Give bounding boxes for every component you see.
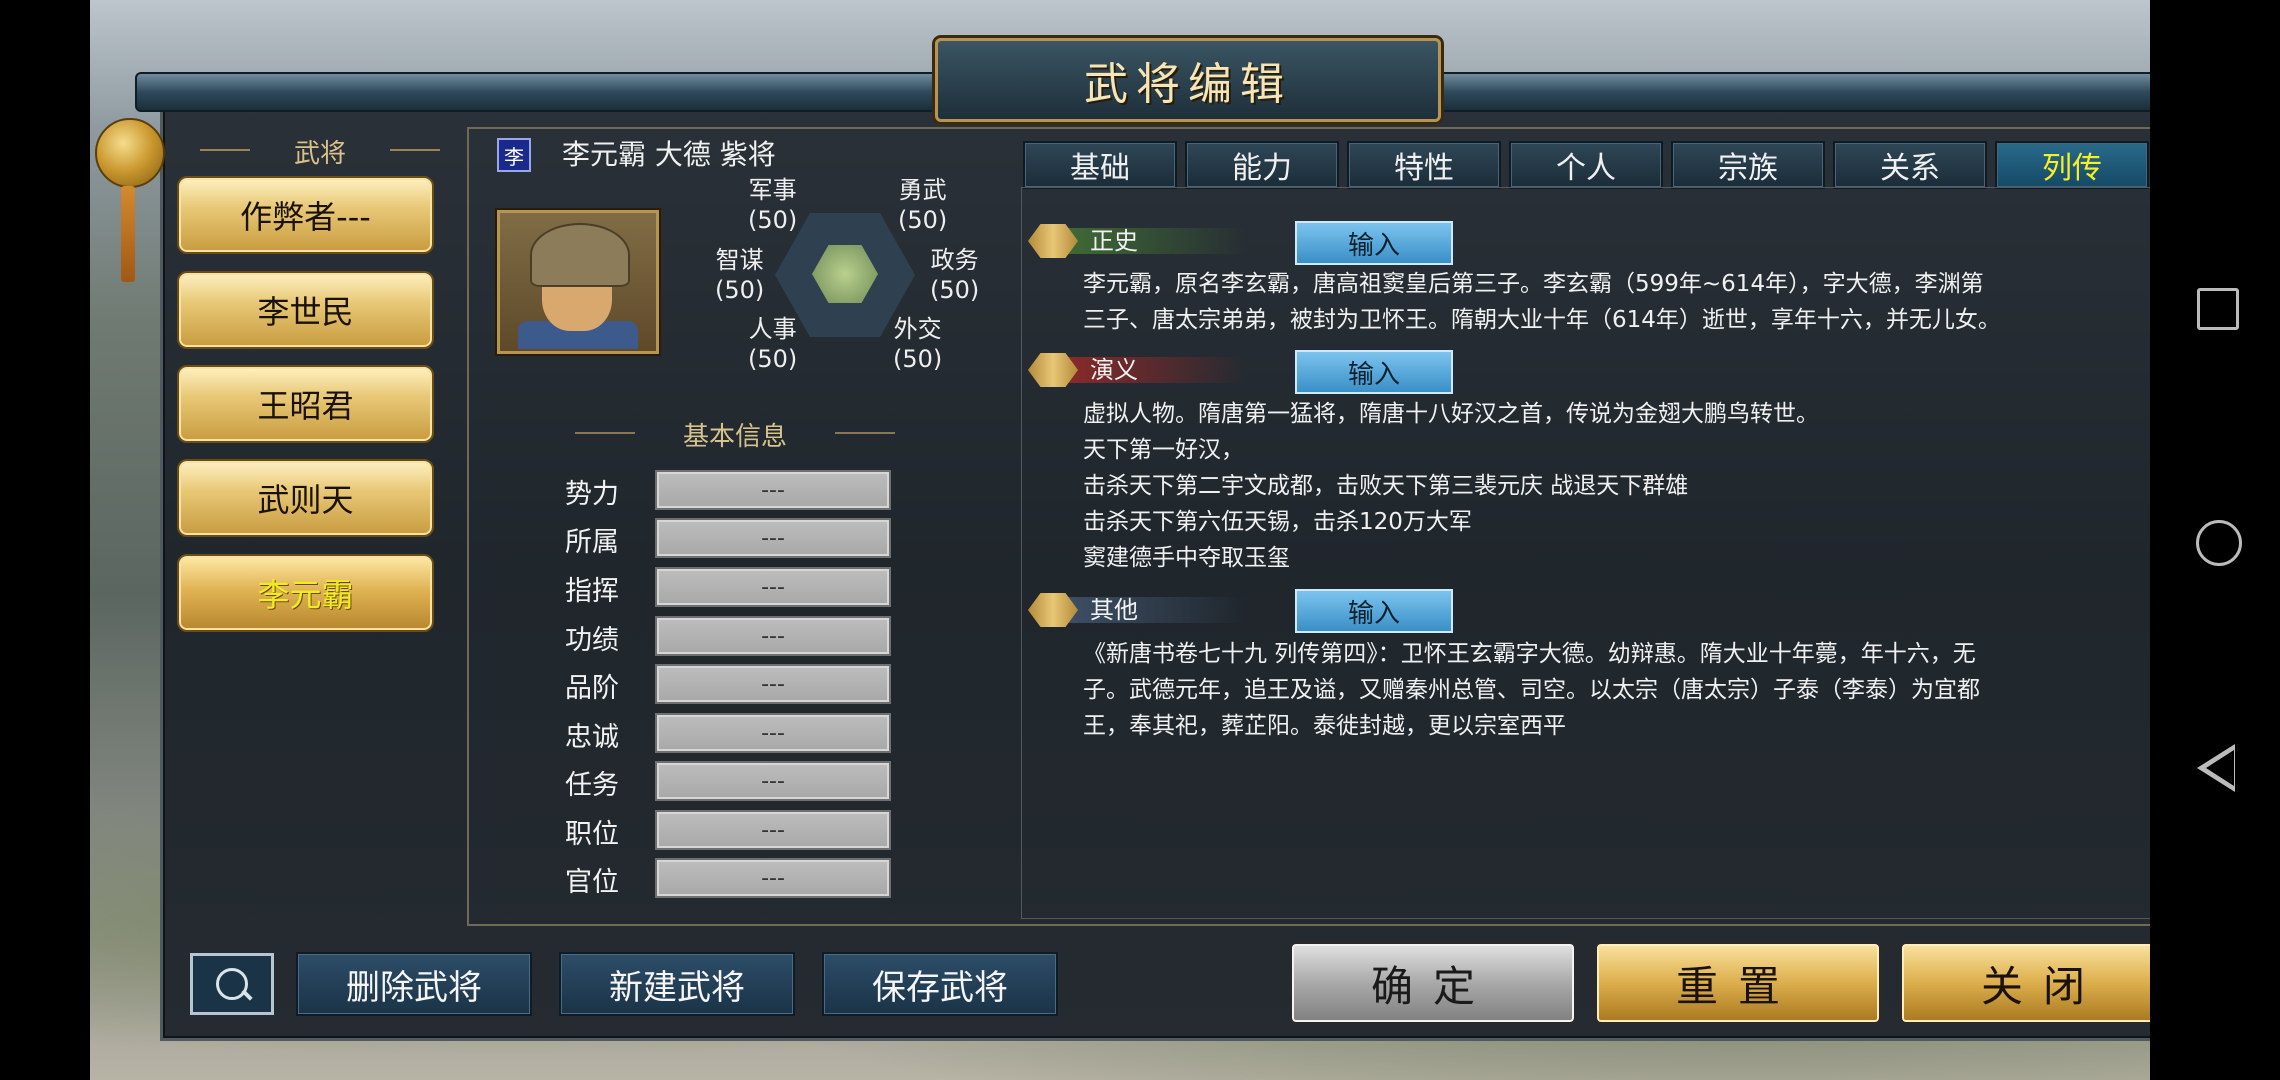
basic-field-merit[interactable]: --- xyxy=(655,616,891,656)
input-other-button[interactable]: 输入 xyxy=(1295,589,1453,633)
basic-field-faction[interactable]: --- xyxy=(655,470,891,510)
stat-military: 军事 (50) xyxy=(748,175,797,235)
stat-strategy-label: 智谋 xyxy=(715,246,764,274)
tab-biography[interactable]: 列传 xyxy=(1995,141,2149,189)
stat-personnel: 人事 (50) xyxy=(748,314,797,374)
general-item-wang-zhaojun[interactable]: 王昭君 xyxy=(177,365,434,443)
other-line-1: 《新唐书卷七十九 列传第四》：卫怀王玄霸字大德。幼辩惠。隋大业十年薨，年十六，无 xyxy=(1083,641,1976,667)
system-nav-bar xyxy=(2150,0,2280,1080)
section-official-label: 正史 xyxy=(1090,227,1138,255)
section-other-label: 其他 xyxy=(1090,596,1138,624)
section-official-text: 李元霸，原名李玄霸，唐高祖窦皇后第三子。李玄霸（599年~614年），字大德，李… xyxy=(1083,266,2158,338)
stat-personnel-value: (50) xyxy=(748,345,798,373)
tab-basic[interactable]: 基础 xyxy=(1023,141,1177,189)
save-general-button[interactable]: 保存武将 xyxy=(822,952,1058,1016)
basic-field-task[interactable]: --- xyxy=(655,761,891,801)
general-item-li-yuanba[interactable]: 李元霸 xyxy=(177,554,434,632)
official-line-1: 李元霸，原名李玄霸，唐高祖窦皇后第三子。李玄霸（599年~614年），字大德，李… xyxy=(1083,271,1984,297)
section-romance-label: 演义 xyxy=(1090,356,1138,384)
stat-valor-label: 勇武 xyxy=(898,176,947,204)
tab-relations[interactable]: 关系 xyxy=(1833,141,1987,189)
stat-military-label: 军事 xyxy=(748,176,797,204)
character-badge: 李 xyxy=(497,138,531,172)
romance-line-5: 窦建德手中夺取玉玺 xyxy=(1083,545,1290,571)
tab-personal[interactable]: 个人 xyxy=(1509,141,1663,189)
stat-strategy-value: (50) xyxy=(715,276,765,304)
stat-diplomacy: 外交 (50) xyxy=(893,314,942,374)
portrait-helmet xyxy=(530,223,630,287)
stat-strategy: 智谋 (50) xyxy=(715,245,764,305)
back-icon[interactable] xyxy=(2197,744,2235,792)
general-item-cheater[interactable]: 作弊者--- xyxy=(177,176,434,254)
tab-clan[interactable]: 宗族 xyxy=(1671,141,1825,189)
stat-politics-value: (50) xyxy=(930,276,980,304)
character-name: 李元霸 大德 紫将 xyxy=(562,138,776,171)
basic-label-affiliation: 所属 xyxy=(565,527,619,558)
reset-button[interactable]: 重置 xyxy=(1595,942,1881,1024)
romance-line-2: 天下第一好汉， xyxy=(1083,437,1244,463)
new-general-button[interactable]: 新建武将 xyxy=(559,952,795,1016)
basic-field-office[interactable]: --- xyxy=(655,858,891,898)
general-list-title: 武将 xyxy=(200,133,440,170)
basic-label-merit: 功绩 xyxy=(565,625,619,656)
close-button[interactable]: 关闭 xyxy=(1900,942,2186,1024)
stat-military-value: (50) xyxy=(748,206,798,234)
basic-field-affiliation[interactable]: --- xyxy=(655,518,891,558)
basic-label-position: 职位 xyxy=(565,819,619,850)
character-portrait[interactable] xyxy=(497,210,659,354)
stat-valor-value: (50) xyxy=(898,206,948,234)
section-romance-header: 演义 xyxy=(1028,353,1246,387)
title-plate: 武将编辑 xyxy=(935,38,1441,122)
section-official-header: 正史 xyxy=(1028,224,1246,258)
romance-line-1: 虚拟人物。隋唐第一猛将，隋唐十八好汉之首，传说为金翅大鹏鸟转世。 xyxy=(1083,401,1819,427)
section-other-text: 《新唐书卷七十九 列传第四》：卫怀王玄霸字大德。幼辩惠。隋大业十年薨，年十六，无… xyxy=(1083,636,2158,744)
other-line-3: 王，奉其祀，葬芷阳。泰徙封越，更以宗室西平 xyxy=(1083,713,1566,739)
basic-field-loyalty[interactable]: --- xyxy=(655,713,891,753)
other-line-2: 子。武德元年，追王及谥，又赠秦州总管、司空。以太宗（唐太宗）子泰（李泰）为宜都 xyxy=(1083,677,1980,703)
basic-label-command: 指挥 xyxy=(565,576,619,607)
delete-general-button[interactable]: 删除武将 xyxy=(296,952,532,1016)
romance-line-3: 击杀天下第二宇文成都，击败天下第三裴元庆 战退天下群雄 xyxy=(1083,473,1689,499)
tab-traits[interactable]: 特性 xyxy=(1347,141,1501,189)
basic-field-position[interactable]: --- xyxy=(655,810,891,850)
stat-diplomacy-value: (50) xyxy=(893,345,943,373)
basic-field-rank[interactable]: --- xyxy=(655,664,891,704)
basic-field-command[interactable]: --- xyxy=(655,567,891,607)
stat-personnel-label: 人事 xyxy=(748,315,797,343)
input-official-button[interactable]: 输入 xyxy=(1295,221,1453,265)
section-romance-text: 虚拟人物。隋唐第一猛将，隋唐十八好汉之首，传说为金翅大鹏鸟转世。 天下第一好汉，… xyxy=(1083,396,2158,576)
home-icon[interactable] xyxy=(2196,520,2242,566)
tab-ability[interactable]: 能力 xyxy=(1185,141,1339,189)
page-title: 武将编辑 xyxy=(1084,59,1292,110)
left-ornament-knob xyxy=(95,118,165,188)
input-romance-button[interactable]: 输入 xyxy=(1295,350,1453,394)
confirm-button[interactable]: 确定 xyxy=(1290,942,1576,1024)
basic-label-loyalty: 忠诚 xyxy=(565,722,619,753)
stat-politics-label: 政务 xyxy=(930,246,979,274)
general-item-wu-zetian[interactable]: 武则天 xyxy=(177,459,434,537)
basic-label-faction: 势力 xyxy=(565,479,619,510)
left-tassel xyxy=(121,186,135,282)
general-item-li-shimin[interactable]: 李世民 xyxy=(177,271,434,349)
stat-valor: 勇武 (50) xyxy=(898,175,947,235)
romance-line-4: 击杀天下第六伍天锡，击杀120万大军 xyxy=(1083,509,1472,535)
search-icon xyxy=(216,968,248,1000)
search-button[interactable] xyxy=(190,953,274,1015)
section-other-header: 其他 xyxy=(1028,593,1246,627)
basic-label-rank: 品阶 xyxy=(565,673,619,704)
official-line-2: 三子、唐太宗弟弟，被封为卫怀王。隋朝大业十年（614年）逝世，享年十六，并无儿女… xyxy=(1083,307,2001,333)
basic-label-office: 官位 xyxy=(565,867,619,898)
basic-label-task: 任务 xyxy=(565,770,619,801)
stat-diplomacy-label: 外交 xyxy=(893,315,942,343)
recent-apps-icon[interactable] xyxy=(2197,288,2239,330)
basic-info-title: 基本信息 xyxy=(575,416,895,453)
stat-politics: 政务 (50) xyxy=(930,245,979,305)
